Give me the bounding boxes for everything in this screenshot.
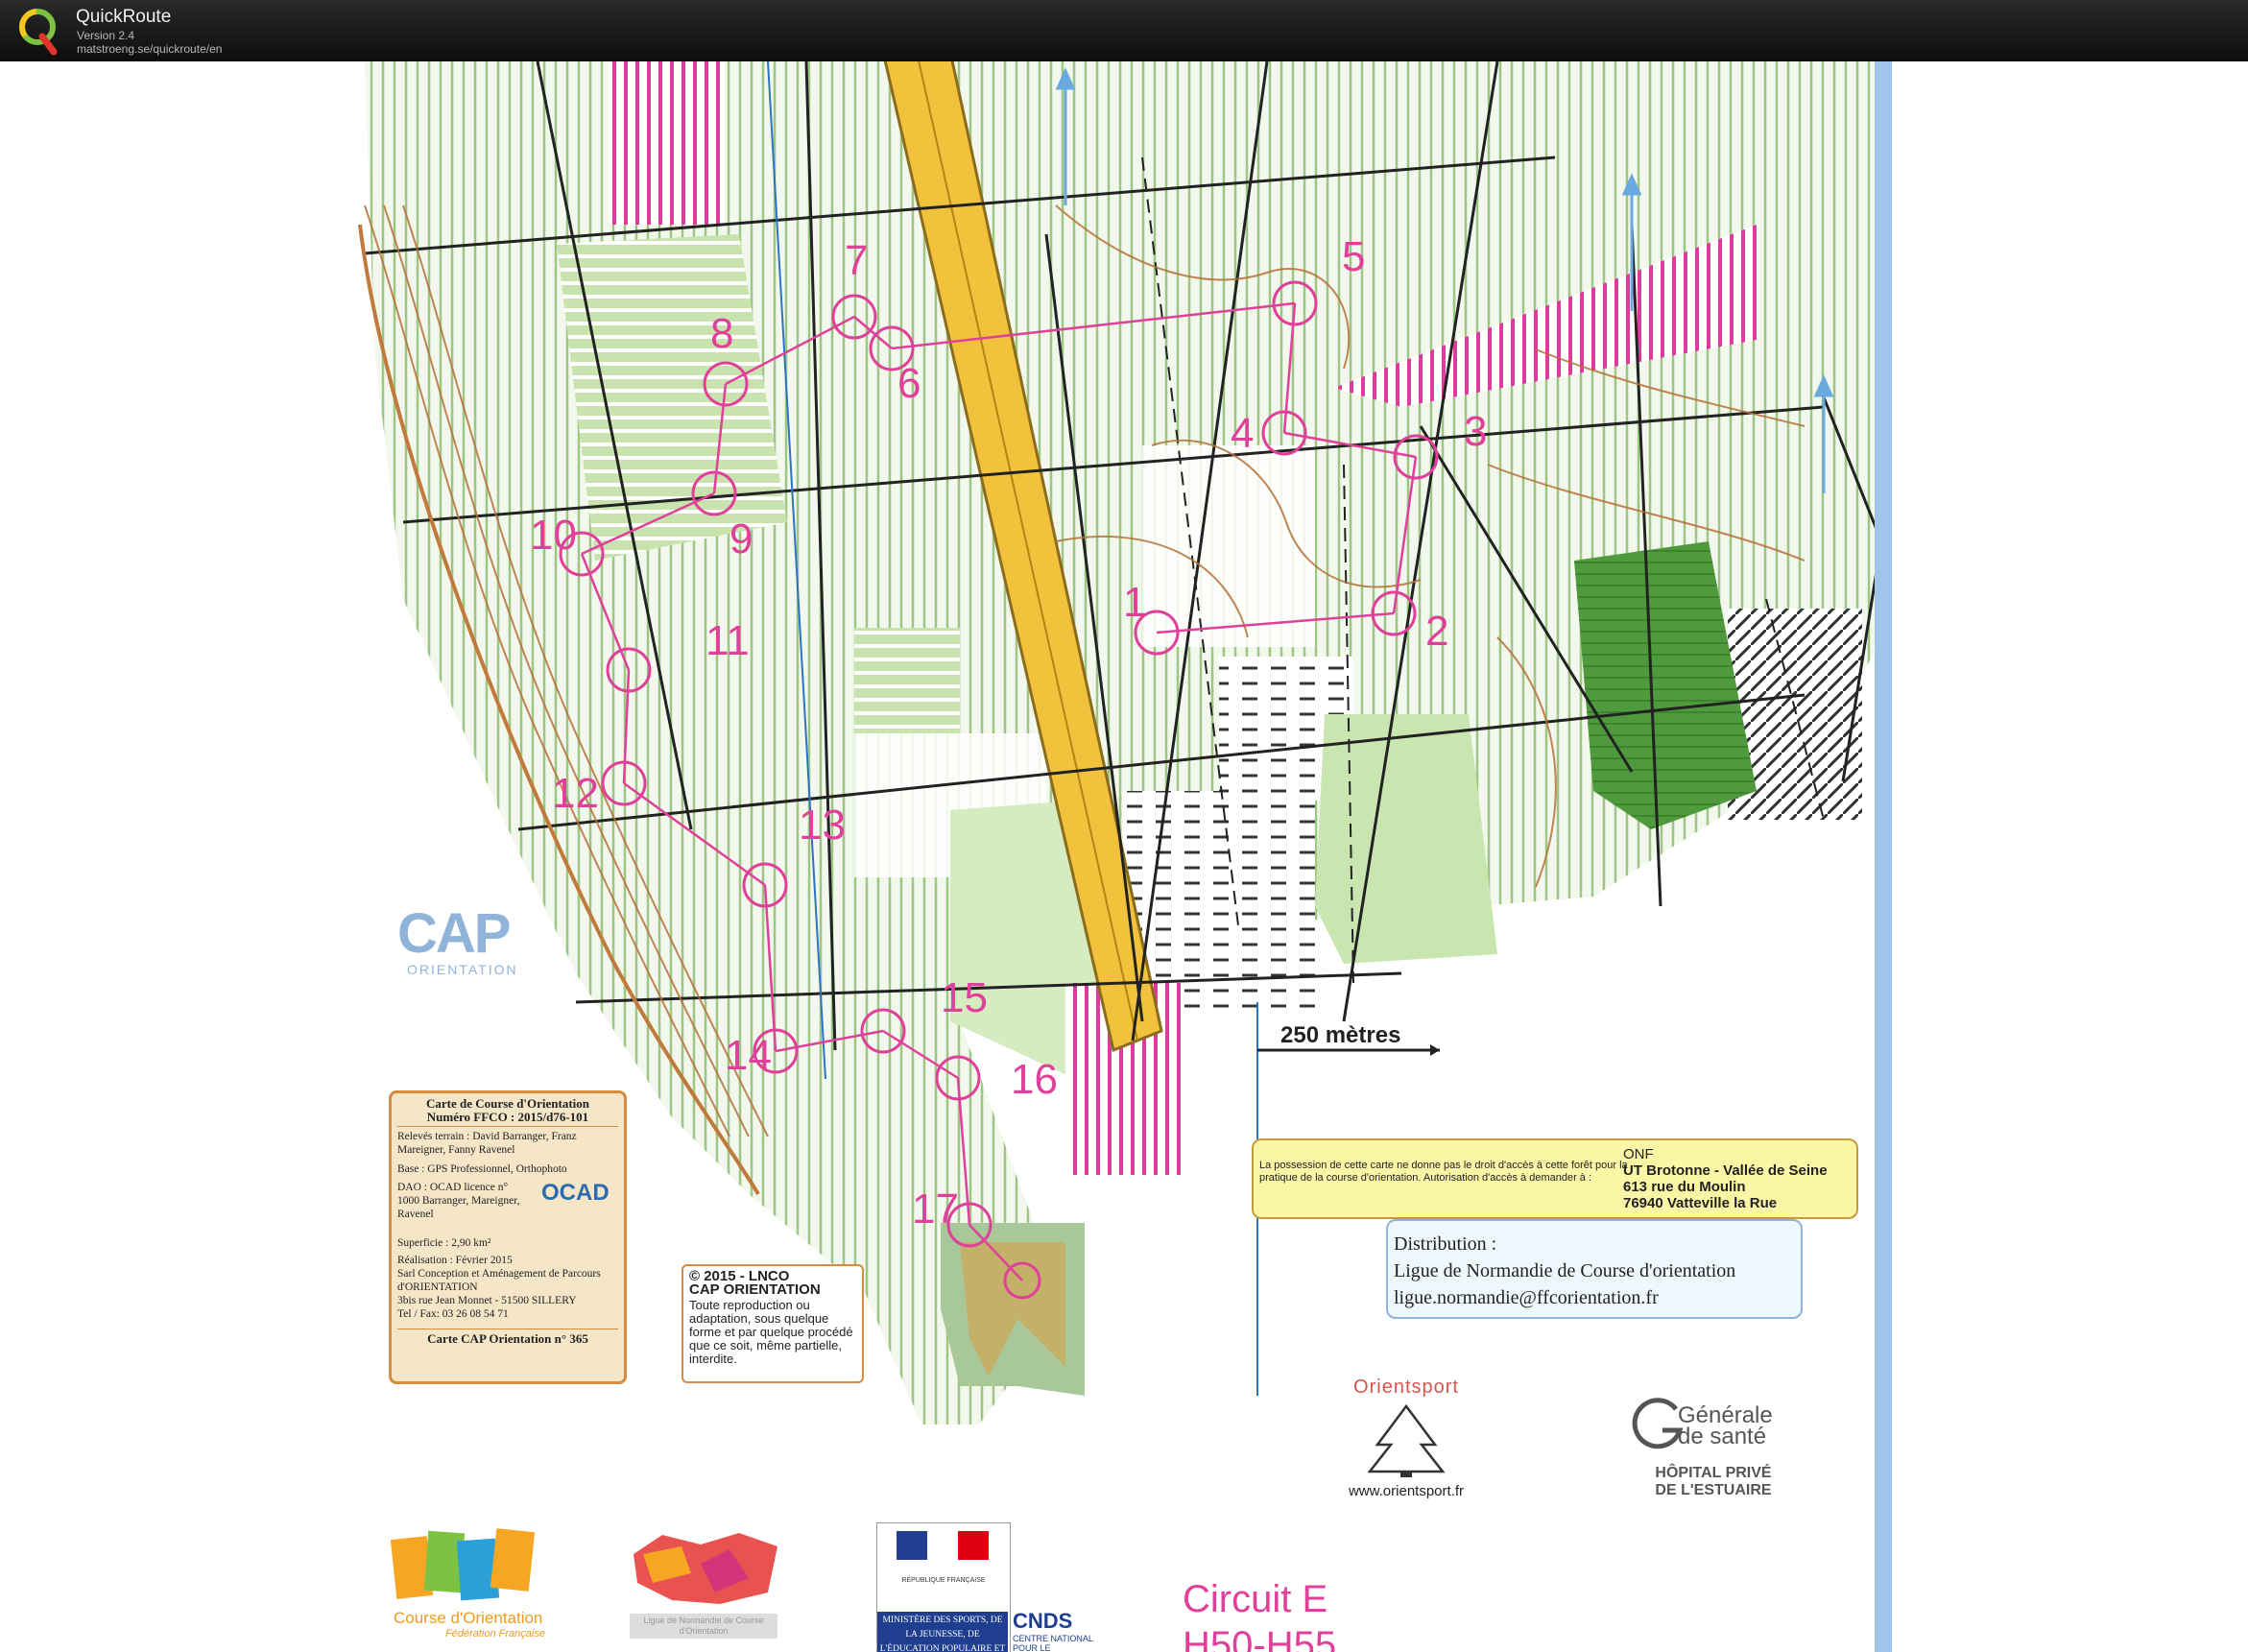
access-text: La possession de cette carte ne donne pa…	[1259, 1160, 1628, 1184]
map-info-tel: Tel / Fax: 03 26 08 54 71	[397, 1308, 509, 1320]
map-info-base: Base : GPS Professionnel, Orthophoto	[397, 1163, 567, 1175]
map-info-title1: Carte de Course d'Orientation	[425, 1096, 590, 1111]
map-info-superficie: Superficie : 2,90 km²	[397, 1237, 491, 1249]
control-number-9: 9	[729, 515, 753, 563]
control-number-14: 14	[725, 1032, 772, 1079]
normandie-map-icon	[634, 1533, 777, 1604]
control-number-17: 17	[912, 1185, 959, 1233]
cap-logo-sub: ORIENTATION	[407, 962, 518, 977]
distribution-box: Distribution : Ligue de Normandie de Cou…	[1386, 1219, 1803, 1319]
access-org: ONF	[1623, 1146, 1654, 1162]
quickroute-logo-icon	[19, 9, 58, 56]
control-number-16: 16	[1011, 1056, 1058, 1103]
normandie-league-logo: Ligue de Normandie de Course d'Orientati…	[624, 1525, 787, 1640]
control-number-1: 1	[1123, 579, 1146, 626]
map-info-sarl: Sarl Conception et Aménagement de Parcou…	[397, 1268, 601, 1293]
distribution-label: Distribution :	[1394, 1233, 1497, 1255]
control-number-4: 4	[1231, 410, 1254, 457]
cnds-text: CNDS	[1013, 1609, 1073, 1633]
hopital-line2: DE L'ESTUAIRE	[1655, 1482, 1772, 1498]
access-line1: UT Brotonne - Vallée de Seine	[1623, 1162, 1828, 1179]
circuit-title: Circuit E H50-H55	[1183, 1576, 1375, 1652]
republique-text: RÉPUBLIQUE FRANÇAISE	[901, 1577, 986, 1584]
distribution-org: Ligue de Normandie de Course d'orientati…	[1394, 1260, 1736, 1281]
circuit-name: Circuit E	[1183, 1578, 1328, 1620]
cnds-logo: CNDS CENTRE NATIONAL POUR LE DÉVELOPPEME…	[1013, 1609, 1128, 1652]
control-number-8: 8	[710, 310, 733, 357]
ffco-logo: Course d'Orientation Fédération Français…	[388, 1528, 580, 1645]
control-number-15: 15	[941, 974, 988, 1021]
ministere-logo: RÉPUBLIQUE FRANÇAISE MINISTÈRE DES SPORT…	[876, 1522, 1011, 1652]
gds-line2: de santé	[1678, 1424, 1767, 1449]
control-number-11: 11	[705, 617, 750, 664]
control-number-6: 6	[897, 360, 921, 407]
orientsport-logo: Orientsport www.orientsport.fr	[1334, 1377, 1478, 1520]
access-line2: 613 rue du Moulin	[1623, 1179, 1746, 1195]
app-title: QuickRoute	[76, 7, 172, 27]
control-number-12: 12	[552, 770, 599, 817]
map-info-title2: Numéro FFCO : 2015/d76-101	[397, 1111, 618, 1127]
copyright-body: Toute reproduction ou adaptation, sous q…	[689, 1298, 853, 1366]
map-info-address: 3bis rue Jean Monnet - 51500 SILLERY	[397, 1295, 577, 1306]
cap-logo-text: CAP	[397, 902, 511, 965]
map-info-panel: Carte de Course d'Orientation Numéro FFC…	[389, 1090, 627, 1384]
ocad-logo: OCAD	[541, 1180, 610, 1206]
hopital-line1: HÔPITAL PRIVÉ	[1655, 1465, 1772, 1481]
copyright-box: © 2015 - LNCO CAP ORIENTATION Toute repr…	[682, 1264, 864, 1383]
cnds-sub: CENTRE NATIONAL POUR LE DÉVELOPPEMENT DU…	[1013, 1634, 1093, 1652]
copyright-line2: CAP ORIENTATION	[689, 1281, 821, 1298]
ffco-sub1: Course d'Orientation	[394, 1609, 543, 1627]
distribution-email[interactable]: ligue.normandie@ffcorientation.fr	[1394, 1284, 1795, 1311]
access-notice: La possession de cette carte ne donne pa…	[1252, 1138, 1858, 1219]
control-number-13: 13	[799, 802, 846, 849]
map-info-releves: Relevés terrain : David Barranger, Franz…	[397, 1131, 577, 1156]
generale-de-sante-logo: Générale de santé HÔPITAL PRIVÉ DE L'EST…	[1622, 1396, 1805, 1511]
ffco-sub2: Fédération Française	[445, 1628, 545, 1640]
control-number-3: 3	[1464, 408, 1487, 455]
control-number-5: 5	[1342, 233, 1365, 280]
orienteering-map[interactable]: 1234567891011121314151617 250 mètres	[0, 61, 2248, 1652]
access-line3: 76940 Vatteville la Rue	[1623, 1195, 1778, 1211]
map-info-dao: DAO : OCAD licence n° 1000 Barranger, Ma…	[397, 1182, 520, 1220]
orientsport-url[interactable]: www.orientsport.fr	[1334, 1483, 1478, 1499]
app-version: Version 2.4	[77, 29, 135, 42]
cap-orientation-logo: CAP ORIENTATION	[397, 906, 541, 983]
control-number-2: 2	[1425, 608, 1448, 655]
ministere-text: MINISTÈRE DES SPORTS, DE LA JEUNESSE, DE…	[877, 1612, 1008, 1652]
app-url: matstroeng.se/quickroute/en	[77, 42, 223, 56]
normandie-text: Ligue de Normandie de Course d'Orientati…	[630, 1614, 777, 1639]
window-titlebar: QuickRoute Version 2.4 matstroeng.se/qui…	[0, 0, 2248, 61]
control-number-10: 10	[530, 512, 577, 559]
map-info-footer: Carte CAP Orientation n° 365	[397, 1329, 618, 1346]
circuit-categories: H50-H55	[1183, 1624, 1337, 1652]
tree-icon	[1367, 1403, 1446, 1477]
control-number-7: 7	[845, 237, 868, 284]
scale-label: 250 mètres	[1280, 1022, 1400, 1048]
map-canvas[interactable]: 1 2 3 4 5 6 7 8 9 10 11 12 13 14 15 16 17 250 mètres CAP…	[0, 61, 2248, 1652]
map-info-realisation: Réalisation : Février 2015	[397, 1255, 513, 1266]
orientsport-name: Orientsport	[1353, 1377, 1459, 1398]
